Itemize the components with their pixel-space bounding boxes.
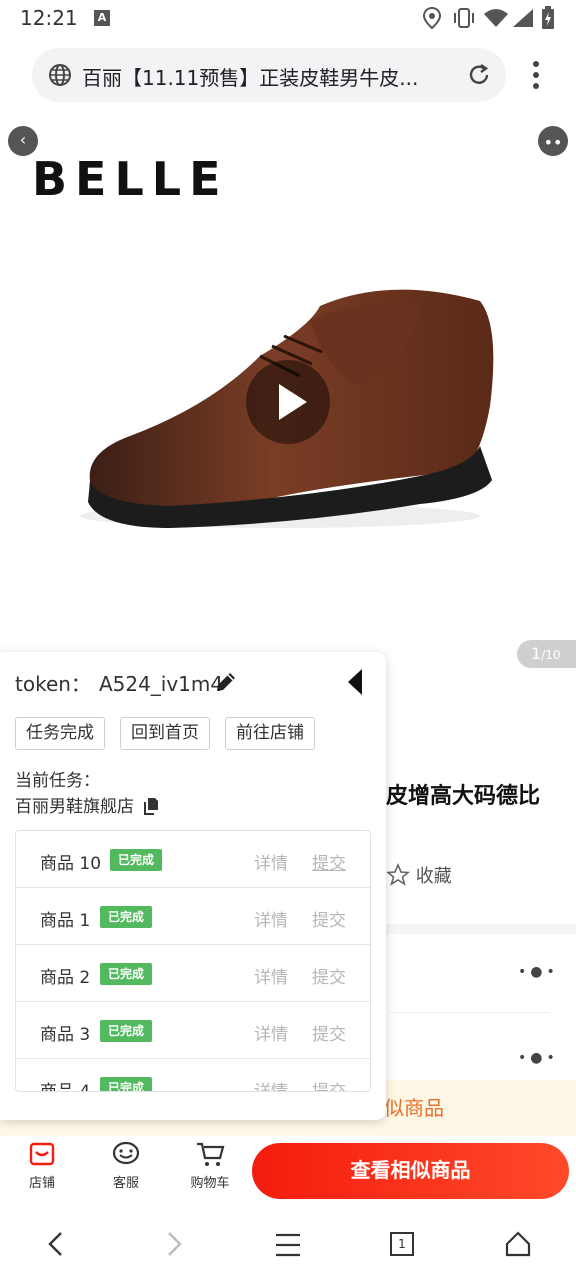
current-task-value: 百丽男鞋旗舰店 — [15, 797, 134, 817]
globe-icon — [49, 64, 71, 86]
back-arrow-icon[interactable] — [44, 1230, 68, 1258]
home-icon[interactable] — [504, 1230, 532, 1258]
item-submit-link[interactable]: 提交 — [312, 963, 346, 988]
item-name: 商品 3 — [40, 1025, 91, 1045]
item-submit-link[interactable]: 提交 — [312, 1077, 346, 1091]
battery-icon — [542, 6, 554, 29]
item-detail-link[interactable]: 详情 — [254, 963, 288, 988]
product-title: 皮增高大码德比 — [386, 784, 541, 809]
current-task-label: 当前任务： — [15, 771, 100, 791]
back-home-button[interactable]: 回到首页 — [120, 717, 210, 750]
token-label: token： — [15, 672, 91, 696]
list-item: 商品 2 已完成 详情 提交 — [16, 945, 370, 1002]
task-item-list[interactable]: 商品 10 已完成 详情 提交 商品 1 已完成 详情 提交 商品 2 已完成 … — [15, 830, 371, 1092]
customer-service-icon — [112, 1141, 140, 1165]
option-more-icon[interactable]: •●• — [518, 1050, 559, 1066]
list-item: 商品 4 已完成 详情 提交 — [16, 1059, 370, 1092]
status-bar: 12:21 A — [0, 0, 576, 36]
brand-logo: BELLE — [32, 152, 229, 206]
edit-icon[interactable] — [214, 670, 238, 694]
tabs-button[interactable]: 1 — [390, 1232, 414, 1256]
list-item: 商品 1 已完成 详情 提交 — [16, 888, 370, 945]
item-detail-link[interactable]: 详情 — [254, 849, 288, 874]
item-submit-link[interactable]: 提交 — [312, 1020, 346, 1045]
item-name: 商品 2 — [40, 968, 91, 988]
url-text[interactable]: 百丽【11.11预售】正装皮鞋男牛皮... — [82, 62, 462, 91]
status-badge: 已完成 — [100, 906, 153, 928]
similar-banner-text: 似商品 — [384, 1096, 444, 1120]
signal-icon — [513, 9, 533, 27]
play-icon — [279, 384, 307, 420]
vibrate-icon — [454, 8, 474, 28]
status-badge: 已完成 — [110, 849, 163, 871]
list-item: 商品 10 已完成 详情 提交 — [16, 831, 370, 888]
item-detail-link[interactable]: 详情 — [254, 1077, 288, 1091]
divider — [390, 1012, 550, 1013]
item-submit-link[interactable]: 提交 — [312, 906, 346, 931]
status-time: 12:21 — [20, 6, 78, 30]
menu-dots-icon[interactable] — [530, 60, 542, 90]
image-counter-total: /10 — [541, 648, 561, 662]
item-name: 商品 4 — [40, 1082, 91, 1092]
image-counter: 1/10 — [517, 640, 576, 668]
star-icon — [385, 862, 411, 886]
favorite-button[interactable]: 收藏 — [385, 862, 452, 888]
status-badge: 已完成 — [100, 1020, 153, 1042]
status-badge: 已完成 — [100, 1077, 153, 1091]
favorite-label: 收藏 — [415, 866, 452, 887]
reload-icon[interactable] — [466, 62, 492, 88]
status-badge: 已完成 — [100, 963, 153, 985]
more-icon[interactable]: •• — [538, 126, 568, 156]
copy-icon[interactable] — [143, 797, 161, 815]
store-label: 店铺 — [28, 1176, 55, 1191]
address-bar[interactable]: 百丽【11.11预售】正装皮鞋男牛皮... — [32, 48, 506, 102]
browser-nav-bar: 1 — [0, 1210, 576, 1280]
cart-label: 购物车 — [190, 1176, 230, 1191]
collapse-panel-icon[interactable] — [346, 668, 364, 696]
token-row: token： A524_iv1m4 — [15, 668, 223, 697]
wifi-icon — [484, 9, 508, 27]
task-panel: token： A524_iv1m4 任务完成 回到首页 前往店铺 当前任务： 百丽… — [0, 652, 386, 1120]
store-button[interactable]: 店铺 — [12, 1140, 72, 1191]
play-video-button[interactable] — [246, 360, 330, 444]
service-button[interactable]: 客服 — [96, 1140, 156, 1191]
notification-icon: A — [94, 10, 110, 26]
list-item: 商品 3 已完成 详情 提交 — [16, 1002, 370, 1059]
item-name: 商品 1 — [40, 911, 91, 931]
image-counter-current: 1 — [531, 644, 542, 663]
menu-icon[interactable] — [274, 1232, 302, 1258]
go-store-button[interactable]: 前往店铺 — [225, 717, 315, 750]
option-more-icon[interactable]: •●• — [518, 964, 559, 980]
cart-button[interactable]: 购物车 — [180, 1140, 240, 1191]
product-image-area[interactable]: ‹ •• BELLE — [0, 116, 576, 676]
service-label: 客服 — [112, 1176, 139, 1191]
task-complete-button[interactable]: 任务完成 — [15, 717, 105, 750]
item-detail-link[interactable]: 详情 — [254, 1020, 288, 1045]
item-name: 商品 10 — [40, 854, 102, 874]
token-value: A524_iv1m4 — [98, 672, 224, 696]
bottom-action-bar: 店铺 客服 购物车 查看相似商品 — [0, 1136, 576, 1206]
item-submit-link[interactable]: 提交 — [312, 849, 346, 874]
store-icon — [29, 1142, 55, 1166]
current-task-row: 百丽男鞋旗舰店 — [15, 792, 161, 817]
forward-arrow-icon[interactable] — [162, 1230, 186, 1258]
view-similar-button[interactable]: 查看相似商品 — [252, 1143, 569, 1199]
item-detail-link[interactable]: 详情 — [254, 906, 288, 931]
location-icon — [422, 7, 442, 29]
cart-icon — [197, 1142, 225, 1166]
